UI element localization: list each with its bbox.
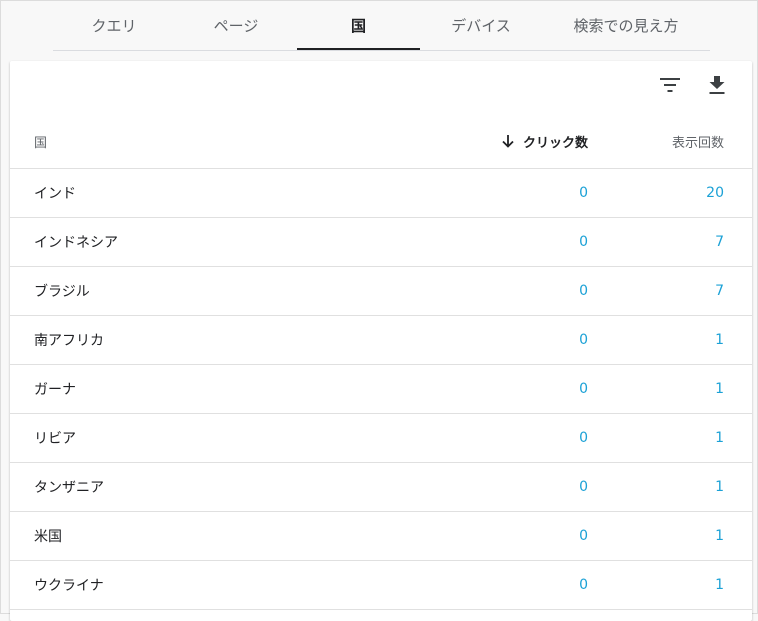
impressions-cell: 1 [715,528,724,544]
table-row[interactable]: インド 0 20 [10,169,752,218]
table-row[interactable]: インドネシア 0 7 [10,218,752,267]
country-cell: インドネシア [34,235,118,251]
clicks-cell: 0 [579,430,588,446]
tab-search-appearance[interactable]: 検索での見え方 [542,1,710,49]
column-header-country-label: 国 [34,136,48,151]
column-header-country[interactable]: 国 [34,115,47,168]
clicks-cell: 0 [579,332,588,348]
arrow-down-icon [502,135,514,148]
download-button[interactable] [703,71,731,99]
clicks-cell: 0 [579,283,588,299]
clicks-cell: 0 [579,381,588,397]
impressions-cell: 1 [715,479,724,495]
table-row[interactable]: 米国 0 1 [10,512,752,561]
country-cell: 南アフリカ [34,333,104,349]
impressions-cell: 7 [715,234,724,250]
filter-icon [660,78,680,92]
clicks-cell: 0 [579,479,588,495]
country-cell: ウクライナ [34,578,104,594]
table-row[interactable]: ウクライナ 0 1 [10,561,752,610]
clicks-cell: 0 [579,577,588,593]
table-row[interactable]: ブラジル 0 7 [10,267,752,316]
column-header-impressions-label: 表示回数 [671,136,724,151]
impressions-cell: 20 [706,185,724,201]
country-cell: インド [34,186,76,202]
tab-country[interactable]: 国 [297,1,420,50]
tab-device[interactable]: デバイス [420,1,542,49]
column-header-clicks-label: クリック数 [522,136,588,151]
tab-page[interactable]: ページ [175,1,297,49]
download-icon [709,76,725,94]
table-row[interactable]: リビア 0 1 [10,414,752,463]
clicks-cell: 0 [579,528,588,544]
tab-query[interactable]: クエリ [53,1,175,49]
column-header-clicks[interactable]: クリック数 [502,115,588,168]
impressions-cell: 1 [715,381,724,397]
column-header-impressions[interactable]: 表示回数 [672,115,724,168]
dimension-tabs: クエリ ページ 国 デバイス 検索での見え方 [53,1,710,51]
impressions-cell: 1 [715,577,724,593]
impressions-cell: 1 [715,430,724,446]
country-cell: リビア [34,431,76,447]
data-table-card: 国 クリック数 表示回数 インド 0 20 インドネシア 0 7 ブラジル 0 [10,61,752,621]
page-frame: クエリ ページ 国 デバイス 検索での見え方 国 クリック数 表示回数 インド … [0,0,758,621]
country-cell: 米国 [34,529,62,545]
filter-button[interactable] [656,71,684,99]
table-row[interactable]: タンザニア 0 1 [10,463,752,512]
impressions-cell: 1 [715,332,724,348]
country-cell: ブラジル [34,284,90,300]
clicks-cell: 0 [579,234,588,250]
country-cell: ガーナ [34,382,76,398]
country-cell: タンザニア [34,480,104,496]
impressions-cell: 7 [715,283,724,299]
clicks-cell: 0 [579,185,588,201]
table-header: 国 クリック数 表示回数 [10,115,752,169]
table-row[interactable]: ガーナ 0 1 [10,365,752,414]
table-row[interactable]: 南アフリカ 0 1 [10,316,752,365]
